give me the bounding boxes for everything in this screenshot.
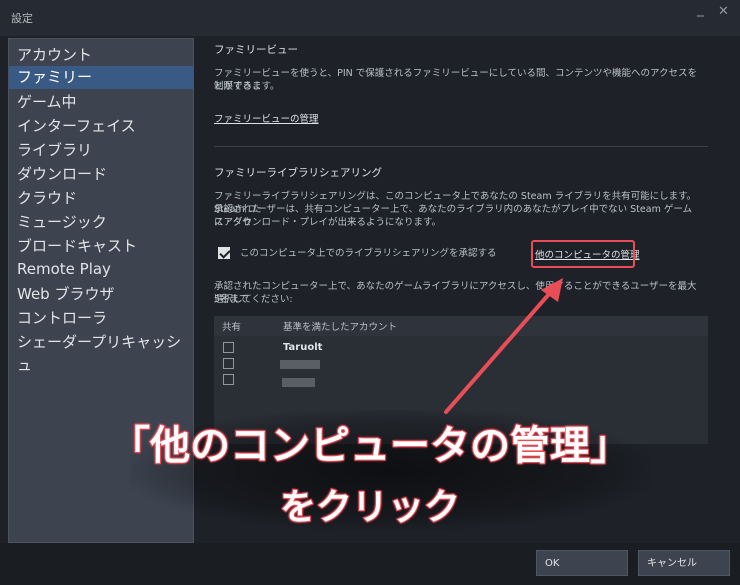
sidebar-item-controller[interactable]: コントローラ	[9, 307, 193, 330]
settings-content: ファミリービュー ファミリービューを使うと、PIN で保護されるファミリービュー…	[196, 38, 740, 543]
close-icon[interactable]: ✕	[718, 4, 729, 19]
authorize-sharing-checkbox[interactable]	[218, 247, 230, 259]
authorize-sharing-label: このコンピュータ上でのライブラリシェアリングを承認する	[240, 248, 497, 259]
section-divider	[214, 146, 708, 147]
sidebar-item-web-browser[interactable]: Web ブラウザ	[9, 283, 193, 306]
cancel-button[interactable]: キャンセル	[638, 550, 730, 576]
family-view-description-2: とができます。	[214, 81, 280, 92]
sidebar-item-cloud[interactable]: クラウド	[9, 187, 193, 210]
account-name: Taruolt	[283, 342, 323, 353]
family-sharing-heading: ファミリーライブラリシェアリング	[214, 167, 382, 179]
accounts-table: 共有 基準を満たしたアカウント Taruolt	[214, 316, 708, 444]
minimize-icon[interactable]: _	[697, 1, 704, 17]
sidebar-item-downloads[interactable]: ダウンロード	[9, 163, 193, 186]
sidebar-item-account[interactable]: アカウント	[9, 44, 193, 67]
sidebar-item-interface[interactable]: インターフェイス	[9, 115, 193, 138]
sidebar-item-shader-precache[interactable]: シェーダープリキャッシュ	[9, 331, 193, 374]
sidebar-item-in-game[interactable]: ゲーム中	[9, 91, 193, 114]
ok-button[interactable]: OK	[536, 550, 628, 576]
col-account-header: 基準を満たしたアカウント	[283, 322, 398, 333]
sidebar-item-music[interactable]: ミュージック	[9, 211, 193, 234]
sidebar-item-library[interactable]: ライブラリ	[9, 139, 193, 162]
window-title: 設定	[11, 12, 33, 25]
redacted-account	[282, 378, 315, 387]
redacted-account	[280, 360, 320, 369]
settings-sidebar: アカウント ファミリー ゲーム中 インターフェイス ライブラリ ダウンロード ク…	[8, 38, 194, 543]
share-checkbox[interactable]	[223, 342, 234, 353]
share-checkbox[interactable]	[223, 374, 234, 385]
accounts-description-2: 選択してください:	[214, 294, 293, 305]
dialog-footer: OK キャンセル	[0, 543, 740, 585]
family-sharing-description-3: ス・ダウンロード・プレイが出来るようになります。	[214, 217, 442, 228]
highlight-box	[531, 240, 635, 268]
family-view-manage-link[interactable]: ファミリービューの管理	[214, 111, 319, 125]
family-view-heading: ファミリービュー	[214, 44, 298, 56]
sidebar-item-broadcast[interactable]: ブロードキャスト	[9, 235, 193, 258]
share-checkbox[interactable]	[223, 358, 234, 369]
table-header: 共有 基準を満たしたアカウント	[214, 316, 708, 336]
col-share-header: 共有	[222, 322, 242, 333]
sidebar-item-remote-play[interactable]: Remote Play	[9, 258, 193, 281]
title-bar: 設定 _ ✕	[0, 0, 740, 36]
sidebar-item-family[interactable]: ファミリー	[9, 66, 193, 89]
